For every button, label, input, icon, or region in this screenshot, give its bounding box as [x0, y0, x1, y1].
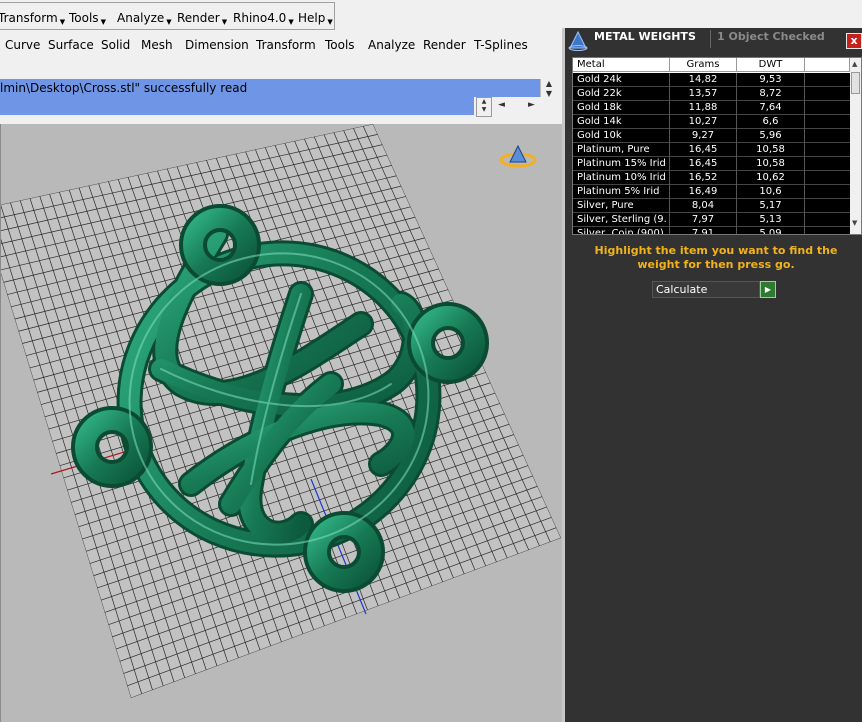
rotate-view-icon[interactable]	[499, 144, 537, 168]
tab-analyze[interactable]: Analyze	[368, 38, 415, 52]
metal-list-rows: Gold 24k 14,82 9,53 Gold 22k 13,57 8,72 Gold 1…	[573, 73, 850, 235]
command-history: lmin\Desktop\Cross.stl" successfully rea…	[0, 79, 540, 97]
command-history-scroll[interactable]: ▲ ▼	[540, 79, 557, 98]
metal-row[interactable]: Platinum 5% Irid 16,49 10,6	[573, 185, 850, 199]
metal-name: Platinum, Pure	[577, 144, 650, 155]
metal-name: Gold 10k	[577, 130, 622, 141]
close-panel-button[interactable]: x	[846, 33, 862, 49]
metal-dwt: 6,6	[762, 116, 779, 127]
metal-grams: 7,97	[691, 214, 715, 225]
metal-dwt: 5,17	[759, 200, 782, 211]
metal-grams: 16,49	[688, 186, 718, 197]
metal-grams: 10,27	[688, 116, 718, 127]
metal-name: Silver, Pure	[577, 200, 634, 211]
metal-dwt: 5,09	[759, 228, 782, 235]
tab-curve[interactable]: Curve	[5, 38, 40, 52]
instructions-text: Highlight the item you want to find the …	[594, 244, 838, 271]
metal-name: Gold 14k	[577, 116, 622, 127]
menu-transform[interactable]: Transform ▼	[0, 11, 65, 26]
menu-rhino[interactable]: Rhino4.0 ▼	[233, 11, 294, 26]
metal-list-scrollbar[interactable]: ▲ ▼	[850, 58, 861, 234]
metal-dwt: 5,13	[759, 214, 782, 225]
toolbar-tabs: Curve Surface Solid Mesh Dimension Trans…	[0, 32, 565, 74]
menu-help[interactable]: Help ▼	[298, 11, 333, 26]
metal-grams: 8,04	[691, 200, 715, 211]
tab-tsplines[interactable]: T-Splines	[474, 38, 528, 52]
pyramid-logo-icon	[567, 30, 589, 52]
metal-dwt: 9,53	[759, 74, 782, 85]
metal-row[interactable]: Silver, Coin (900) 7,91 5,09	[573, 227, 850, 235]
metal-grams: 13,57	[688, 88, 718, 99]
metal-grams: 7,91	[691, 228, 715, 235]
tab-render[interactable]: Render	[423, 38, 466, 52]
metal-grams: 11,88	[688, 102, 718, 113]
metal-dwt: 10,62	[756, 172, 785, 183]
metal-grams: 9,27	[691, 130, 715, 141]
tab-transform[interactable]: Transform	[256, 38, 316, 52]
metal-dwt: 8,72	[759, 88, 782, 99]
tab-surface[interactable]: Surface	[48, 38, 94, 52]
metal-grams: 16,45	[688, 158, 718, 169]
column-dwt[interactable]: DWT	[737, 58, 805, 72]
command-prompt-input[interactable]	[0, 97, 474, 115]
metal-dwt: 10,58	[756, 144, 785, 155]
metal-dwt: 5,96	[759, 130, 782, 141]
perspective-viewport[interactable]	[0, 124, 563, 722]
viewport-canvas[interactable]	[1, 124, 563, 722]
metal-grams: 16,52	[688, 172, 718, 183]
go-button[interactable]: ▶	[760, 281, 776, 298]
tab-mesh[interactable]: Mesh	[141, 38, 173, 52]
metal-weights-panel: METAL WEIGHTS 1 Object Checked x Metal G…	[565, 28, 862, 722]
metal-grams: 14,82	[688, 74, 718, 85]
panel-title: METAL WEIGHTS	[594, 30, 696, 43]
metal-name: Platinum 10% Irid	[577, 172, 666, 183]
metal-row[interactable]: Gold 10k 9,27 5,96	[573, 129, 850, 143]
metal-row[interactable]: Platinum 10% Irid 16,52 10,62	[573, 171, 850, 185]
column-metal[interactable]: Metal	[573, 58, 670, 72]
command-spinner[interactable]: ▲ ▼	[476, 97, 492, 117]
menu-container: Transform ▼ Tools ▼ Analyze ▼ Render ▼ Rhino…	[0, 2, 335, 30]
tab-tools[interactable]: Tools	[325, 38, 355, 52]
calculate-dropdown[interactable]: Calculate	[652, 281, 760, 298]
menu-tools[interactable]: Tools ▼	[69, 11, 106, 26]
metal-name: Platinum 15% Irid	[577, 158, 666, 169]
metal-row[interactable]: Silver, Sterling (9... 7,97 5,13	[573, 213, 850, 227]
metal-row[interactable]: Platinum 15% Irid 16,45 10,58	[573, 157, 850, 171]
objects-checked-status: 1 Object Checked	[717, 30, 825, 43]
metal-grams: 16,45	[688, 144, 718, 155]
metal-row[interactable]: Gold 18k 11,88 7,64	[573, 101, 850, 115]
metal-row[interactable]: Gold 24k 14,82 9,53	[573, 73, 850, 87]
metal-dwt: 10,6	[759, 186, 782, 197]
play-arrow-icon: ▶	[764, 285, 772, 294]
metal-row[interactable]: Silver, Pure 8,04 5,17	[573, 199, 850, 213]
column-empty	[805, 58, 850, 72]
metal-row[interactable]: Gold 22k 13,57 8,72	[573, 87, 850, 101]
menu-render[interactable]: Render ▼	[177, 11, 227, 26]
scroll-up-icon[interactable]: ▲	[852, 60, 857, 68]
metal-name: Gold 22k	[577, 88, 622, 99]
scroll-thumb[interactable]	[851, 72, 860, 94]
metal-dwt: 10,58	[756, 158, 785, 169]
scroll-right-icon[interactable]: ►	[528, 100, 535, 110]
scroll-left-icon[interactable]: ◄	[498, 100, 505, 110]
metal-name: Silver, Coin (900)	[577, 228, 664, 235]
menu-analyze[interactable]: Analyze ▼	[117, 11, 172, 26]
metal-name: Gold 18k	[577, 102, 622, 113]
tab-solid[interactable]: Solid	[101, 38, 130, 52]
metal-list-header: Metal Grams DWT	[573, 58, 850, 73]
metal-list[interactable]: Metal Grams DWT Gold 24k 14,82 9,53 Gold 22…	[572, 57, 862, 235]
column-grams[interactable]: Grams	[670, 58, 737, 72]
command-area: lmin\Desktop\Cross.stl" successfully rea…	[0, 74, 565, 124]
tab-dimension[interactable]: Dimension	[185, 38, 249, 52]
metal-row[interactable]: Gold 14k 10,27 6,6	[573, 115, 850, 129]
command-hscroll[interactable]: ◄ ►	[492, 97, 556, 115]
metal-dwt: 7,64	[759, 102, 782, 113]
scroll-down-icon[interactable]: ▼	[852, 219, 857, 227]
title-divider	[710, 30, 711, 48]
metal-name: Silver, Sterling (9...	[577, 214, 667, 225]
metal-row[interactable]: Platinum, Pure 16,45 10,58	[573, 143, 850, 157]
metal-name: Gold 24k	[577, 74, 622, 85]
metal-name: Platinum 5% Irid	[577, 186, 660, 197]
